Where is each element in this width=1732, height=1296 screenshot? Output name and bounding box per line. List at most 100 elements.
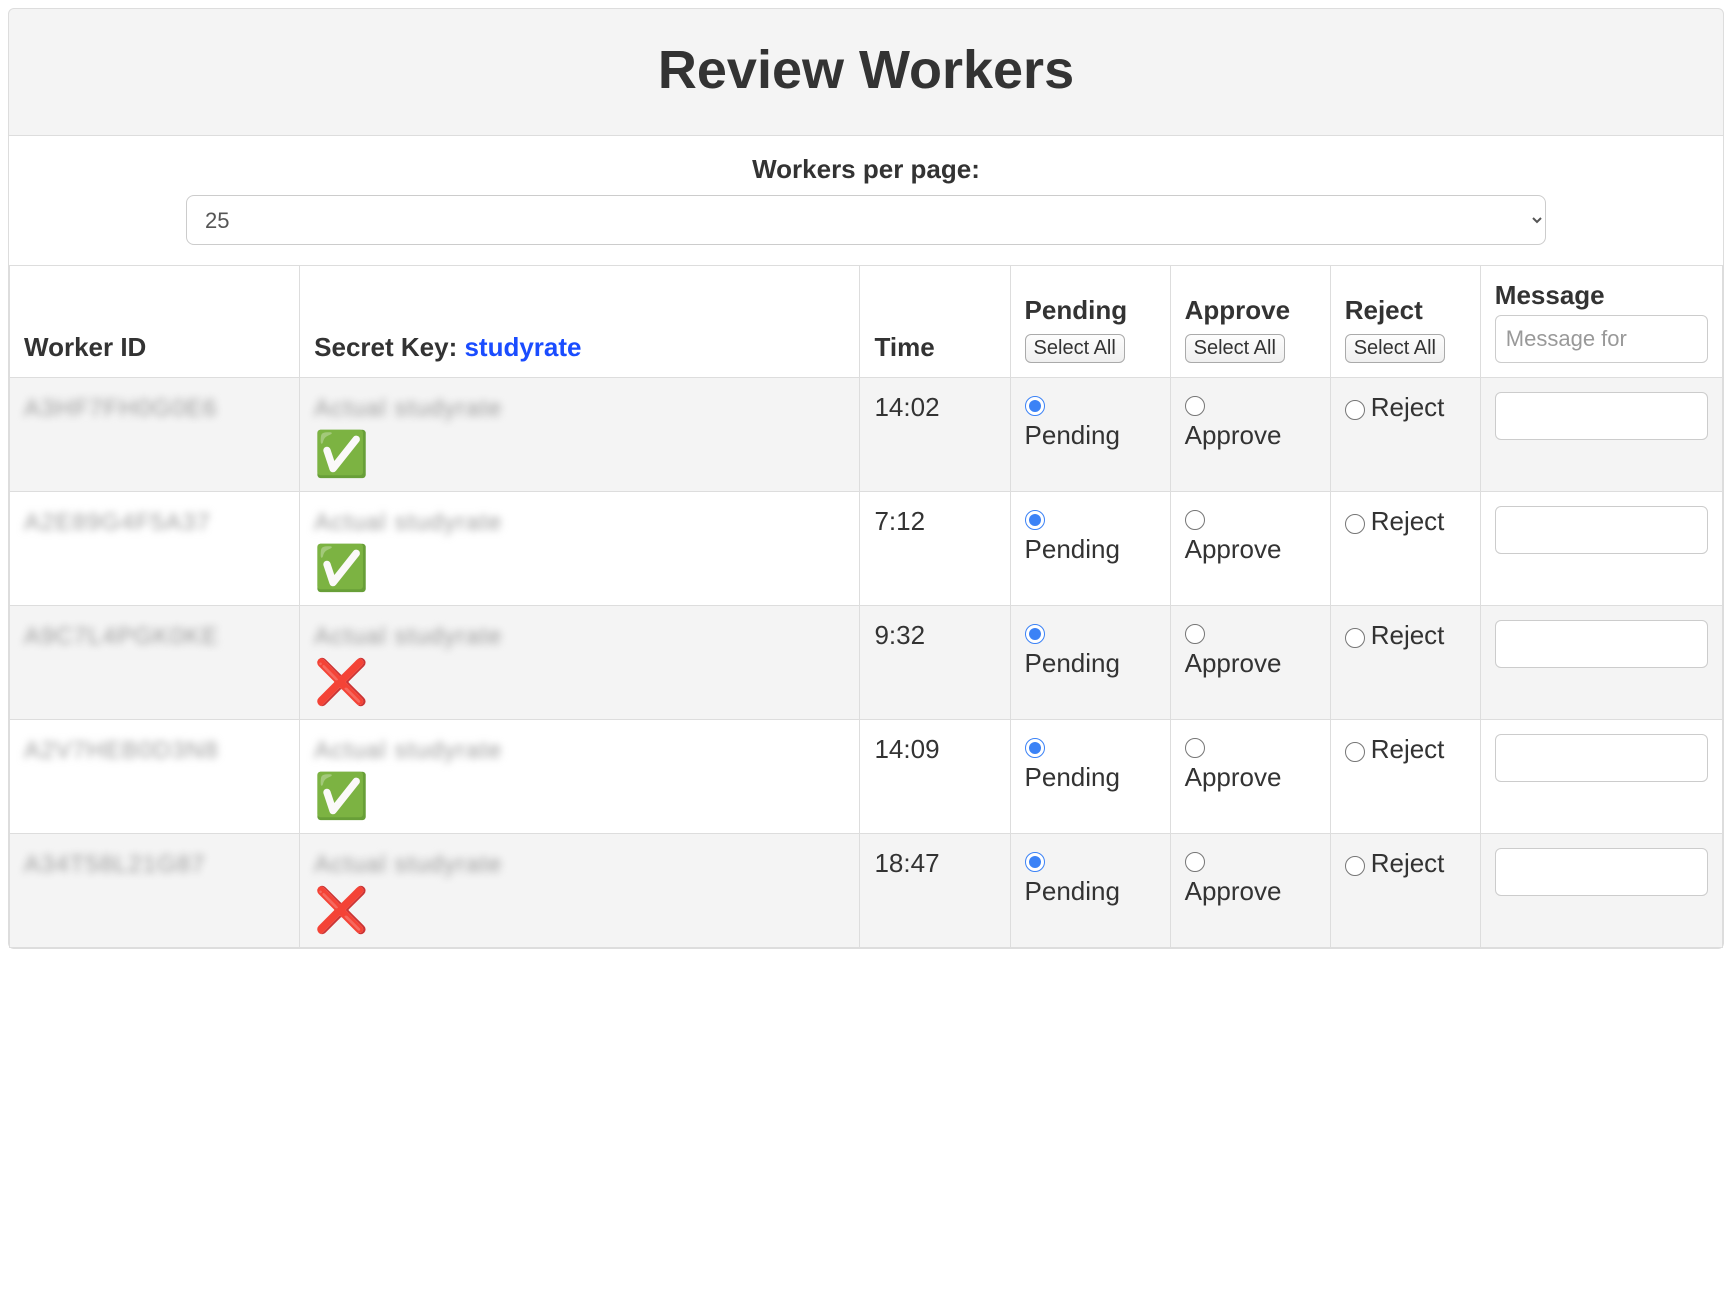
time-cell: 14:09: [860, 720, 1010, 834]
reject-radio[interactable]: [1345, 628, 1365, 648]
message-header-input[interactable]: [1495, 315, 1708, 363]
time-cell: 18:47: [860, 834, 1010, 948]
worker-id-cell: A2V7HEB0D3N8: [10, 720, 300, 834]
secret-key-cell: Actual studyrate ❌: [300, 606, 860, 720]
message-header-label: Message: [1495, 280, 1708, 311]
reject-label: Reject: [1371, 620, 1445, 651]
table-row: A2V7HEB0D3N8 Actual studyrate ✅ 14:09 Pendin…: [10, 720, 1723, 834]
approve-radio[interactable]: [1185, 738, 1205, 758]
reject-radio[interactable]: [1345, 742, 1365, 762]
approve-radio[interactable]: [1185, 396, 1205, 416]
message-input[interactable]: [1495, 848, 1708, 896]
reject-cell: Reject: [1330, 378, 1480, 492]
secret-key-label: Secret Key:: [314, 332, 464, 362]
time-cell: 14:02: [860, 378, 1010, 492]
message-input[interactable]: [1495, 506, 1708, 554]
worker-id-value: A9C7L4PGK0KE: [24, 623, 219, 651]
col-header-secret-key: Secret Key: studyrate: [300, 266, 860, 378]
approve-cell: Approve: [1170, 606, 1330, 720]
check-icon: ✅: [314, 775, 845, 819]
worker-id-cell: A9C7L4PGK0KE: [10, 606, 300, 720]
table-row: A2E89G4F5A37 Actual studyrate ✅ 7:12 Pending…: [10, 492, 1723, 606]
time-cell: 9:32: [860, 606, 1010, 720]
col-header-approve: Approve Select All: [1170, 266, 1330, 378]
message-cell: [1480, 606, 1722, 720]
reject-label: Reject: [1371, 392, 1445, 423]
worker-id-cell: A2E89G4F5A37: [10, 492, 300, 606]
pending-cell: Pending: [1010, 492, 1170, 606]
table-row: A3HF7FH0G0E6 Actual studyrate✅14:02 Pendin…: [10, 378, 1723, 492]
pending-label: Pending: [1025, 534, 1120, 565]
worker-id-value: A2V7HEB0D3N8: [24, 737, 219, 765]
pending-cell: Pending: [1010, 606, 1170, 720]
message-input[interactable]: [1495, 620, 1708, 668]
secret-key-value: studyrate: [464, 332, 581, 362]
approve-select-all-button[interactable]: Select All: [1185, 334, 1285, 363]
message-cell: [1480, 720, 1722, 834]
workers-per-page-select[interactable]: 25: [186, 195, 1546, 245]
reject-radio[interactable]: [1345, 856, 1365, 876]
worker-id-value: A2E89G4F5A37: [24, 509, 211, 537]
approve-cell: Approve: [1170, 834, 1330, 948]
reject-radio[interactable]: [1345, 400, 1365, 420]
reject-header-label: Reject: [1345, 295, 1466, 326]
pending-select-all-button[interactable]: Select All: [1025, 334, 1125, 363]
reject-label: Reject: [1371, 848, 1445, 879]
table-row: A9C7L4PGK0KE Actual studyrate ❌ 9:32Pending…: [10, 606, 1723, 720]
reject-label: Reject: [1371, 734, 1445, 765]
worker-id-value: A34T58L21G87: [24, 851, 205, 879]
pending-cell: Pending: [1010, 834, 1170, 948]
approve-radio[interactable]: [1185, 510, 1205, 530]
pending-radio[interactable]: [1025, 396, 1045, 416]
time-cell: 7:12: [860, 492, 1010, 606]
secret-key-entry: Actual studyrate: [314, 623, 502, 651]
approve-radio[interactable]: [1185, 624, 1205, 644]
reject-cell: Reject: [1330, 834, 1480, 948]
secret-key-entry: Actual studyrate: [314, 395, 502, 423]
secret-key-cell: Actual studyrate ✅: [300, 492, 860, 606]
reject-cell: Reject: [1330, 606, 1480, 720]
message-cell: [1480, 492, 1722, 606]
page-title: Review Workers: [29, 39, 1703, 101]
approve-label: Approve: [1185, 762, 1282, 793]
message-input[interactable]: [1495, 734, 1708, 782]
x-icon: ❌: [314, 661, 845, 705]
message-input[interactable]: [1495, 392, 1708, 440]
secret-key-cell: Actual studyrate✅: [300, 378, 860, 492]
approve-cell: Approve: [1170, 720, 1330, 834]
table-row: A34T58L21G87 Actual studyrate❌18:47Pendin…: [10, 834, 1723, 948]
approve-label: Approve: [1185, 420, 1282, 451]
secret-key-cell: Actual studyrate❌: [300, 834, 860, 948]
worker-id-cell: A34T58L21G87: [10, 834, 300, 948]
secret-key-entry: Actual studyrate: [314, 851, 502, 879]
approve-label: Approve: [1185, 648, 1282, 679]
check-icon: ✅: [314, 547, 845, 591]
pending-cell: Pending: [1010, 378, 1170, 492]
col-header-pending: Pending Select All: [1010, 266, 1170, 378]
worker-id-value: A3HF7FH0G0E6: [24, 395, 217, 423]
worker-id-cell: A3HF7FH0G0E6: [10, 378, 300, 492]
col-header-reject: Reject Select All: [1330, 266, 1480, 378]
reject-select-all-button[interactable]: Select All: [1345, 334, 1445, 363]
pending-radio[interactable]: [1025, 624, 1045, 644]
col-header-worker-id: Worker ID: [10, 266, 300, 378]
approve-radio[interactable]: [1185, 852, 1205, 872]
workers-table: Worker ID Secret Key: studyrate Time Pen…: [9, 265, 1723, 948]
reject-cell: Reject: [1330, 492, 1480, 606]
approve-cell: Approve: [1170, 492, 1330, 606]
col-header-message: Message: [1480, 266, 1722, 378]
reject-label: Reject: [1371, 506, 1445, 537]
reject-radio[interactable]: [1345, 514, 1365, 534]
message-cell: [1480, 834, 1722, 948]
pending-cell: Pending: [1010, 720, 1170, 834]
pending-radio[interactable]: [1025, 852, 1045, 872]
approve-label: Approve: [1185, 534, 1282, 565]
secret-key-entry: Actual studyrate: [314, 737, 502, 765]
secret-key-entry: Actual studyrate: [314, 509, 502, 537]
pending-label: Pending: [1025, 420, 1120, 451]
pending-label: Pending: [1025, 762, 1120, 793]
message-cell: [1480, 378, 1722, 492]
approve-cell: Approve: [1170, 378, 1330, 492]
pending-radio[interactable]: [1025, 510, 1045, 530]
pending-radio[interactable]: [1025, 738, 1045, 758]
